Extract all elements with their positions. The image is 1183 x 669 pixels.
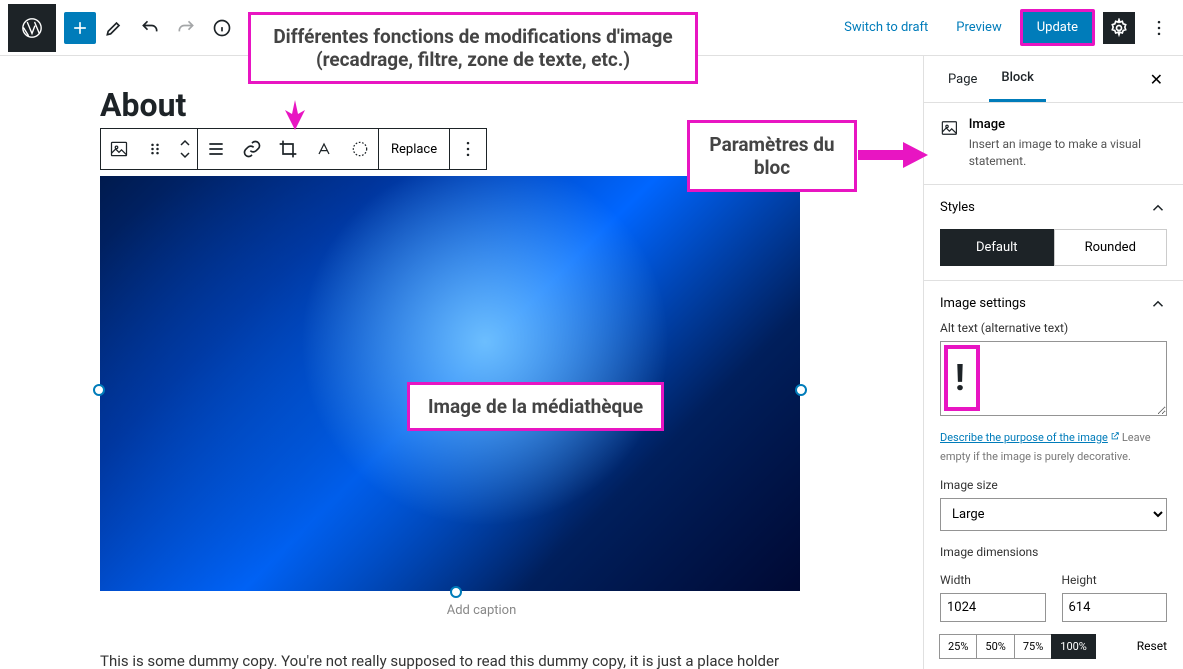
alt-text-label: Alt text (alternative text) — [940, 321, 1167, 335]
preview-button[interactable]: Preview — [946, 14, 1011, 41]
align-icon[interactable] — [198, 129, 234, 169]
page-title[interactable]: About — [100, 86, 863, 124]
image-size-label: Image size — [940, 478, 1167, 492]
size-25-button[interactable]: 25% — [939, 634, 977, 659]
undo-icon[interactable] — [132, 10, 168, 46]
annotation-media: Image de la médiathèque — [407, 382, 664, 431]
add-block-button[interactable] — [64, 12, 96, 44]
drag-handle-icon[interactable] — [137, 129, 173, 169]
height-input[interactable] — [1062, 593, 1168, 622]
settings-sidebar: Page Block ✕ Image Insert an image to ma… — [923, 56, 1183, 669]
tab-page[interactable]: Page — [936, 58, 989, 101]
annotation-arrow-icon — [280, 100, 310, 130]
image-icon — [940, 117, 959, 139]
annotation-functions: Différentes fonctions de modifications d… — [248, 12, 698, 84]
external-link-icon — [1110, 431, 1120, 441]
more-options-icon[interactable] — [1143, 12, 1175, 44]
style-rounded-button[interactable]: Rounded — [1054, 229, 1168, 266]
style-default-button[interactable]: Default — [940, 229, 1054, 266]
width-input[interactable] — [940, 593, 1046, 622]
resize-handle-bottom[interactable] — [450, 586, 462, 598]
replace-button[interactable]: Replace — [379, 142, 449, 157]
annotation-arrow-icon — [858, 140, 928, 170]
image-dimensions-label: Image dimensions — [940, 545, 1167, 559]
styles-section-toggle[interactable]: Styles — [940, 199, 1167, 217]
width-label: Width — [940, 573, 1046, 587]
caption-input[interactable]: Add caption — [100, 603, 863, 618]
close-sidebar-icon[interactable]: ✕ — [1142, 62, 1171, 97]
alt-text-input[interactable] — [940, 341, 1167, 416]
settings-icon[interactable] — [1103, 12, 1135, 44]
block-type-image-icon[interactable] — [101, 129, 137, 169]
reset-dimensions-button[interactable]: Reset — [1137, 639, 1167, 653]
chevron-up-icon — [1149, 295, 1167, 313]
block-type-description: Insert an image to make a visual stateme… — [969, 136, 1167, 170]
switch-to-draft-button[interactable]: Switch to draft — [834, 14, 938, 41]
text-overlay-icon[interactable] — [306, 129, 342, 169]
block-type-title: Image — [969, 117, 1167, 132]
resize-handle-left[interactable] — [93, 384, 105, 396]
image-settings-section-toggle[interactable]: Image settings — [940, 295, 1167, 313]
duotone-filter-icon[interactable] — [342, 129, 378, 169]
block-more-icon[interactable] — [450, 129, 486, 169]
size-75-button[interactable]: 75% — [1014, 634, 1052, 659]
info-icon[interactable] — [204, 10, 240, 46]
wordpress-logo[interactable] — [8, 4, 56, 52]
resize-handle-right[interactable] — [795, 384, 807, 396]
move-arrows-icon[interactable] — [173, 129, 197, 169]
edit-icon[interactable] — [96, 10, 132, 46]
block-toolbar: Replace — [100, 128, 487, 170]
size-50-button[interactable]: 50% — [976, 634, 1014, 659]
height-label: Height — [1062, 573, 1168, 587]
update-button[interactable]: Update — [1020, 9, 1095, 46]
crop-icon[interactable] — [270, 129, 306, 169]
redo-icon[interactable] — [168, 10, 204, 46]
annotation-params: Paramètres du bloc — [687, 120, 857, 192]
tab-block[interactable]: Block — [989, 56, 1045, 102]
link-icon[interactable] — [234, 129, 270, 169]
size-100-button[interactable]: 100% — [1051, 634, 1096, 659]
image-size-select[interactable]: Large — [940, 498, 1167, 531]
chevron-up-icon — [1149, 199, 1167, 217]
describe-purpose-link[interactable]: Describe the purpose of the image — [940, 431, 1108, 444]
paragraph-text[interactable]: This is some dummy copy. You're not real… — [100, 650, 863, 669]
